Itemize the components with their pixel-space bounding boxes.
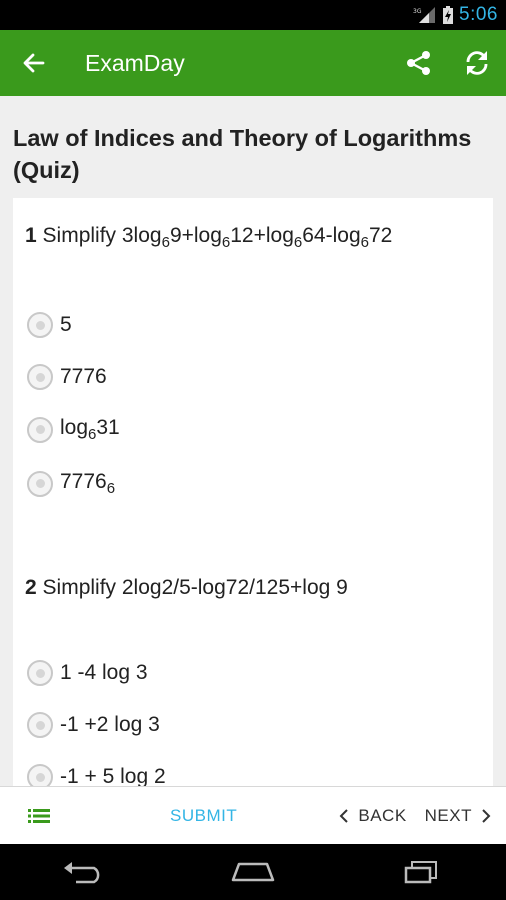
next-button[interactable]: NEXT xyxy=(425,806,492,826)
refresh-icon[interactable] xyxy=(463,49,491,77)
share-icon[interactable] xyxy=(405,49,433,77)
quiz-content[interactable]: Law of Indices and Theory of Logarithms … xyxy=(0,96,506,786)
signal-icon: 3G xyxy=(413,7,437,23)
option-label: log631 xyxy=(60,416,120,443)
status-time: 5:06 xyxy=(459,4,498,25)
battery-icon xyxy=(443,6,454,24)
radio-button[interactable] xyxy=(27,764,53,786)
radio-button[interactable] xyxy=(27,660,53,686)
chevron-left-icon xyxy=(339,809,349,823)
radio-button[interactable] xyxy=(27,416,53,443)
option-radio[interactable]: 1 -4 log 3 xyxy=(27,660,148,686)
question-number: 2 xyxy=(25,576,37,599)
system-nav-bar xyxy=(0,844,506,900)
option-radio[interactable]: 5 xyxy=(27,312,72,338)
list-icon[interactable] xyxy=(28,808,50,824)
option-label: -1 + 5 log 2 xyxy=(60,765,166,786)
option-radio[interactable]: 77766 xyxy=(27,470,115,497)
bottom-action-bar: SUBMIT BACK NEXT xyxy=(0,786,506,845)
question-card: 1 Simplify 3log69+log612+log664-log672 5… xyxy=(13,198,493,786)
back-nav-icon[interactable] xyxy=(62,860,106,884)
home-nav-icon[interactable] xyxy=(231,860,275,884)
option-radio[interactable]: -1 +2 log 3 xyxy=(27,712,160,738)
question-2: 2 Simplify 2log2/5-log72/125+log 9 xyxy=(25,576,348,599)
option-radio[interactable]: 7776 xyxy=(27,364,107,390)
radio-button[interactable] xyxy=(27,712,53,738)
radio-button[interactable] xyxy=(27,364,53,390)
svg-text:3G: 3G xyxy=(413,8,422,15)
chevron-right-icon xyxy=(482,809,491,823)
app-title: ExamDay xyxy=(85,49,185,76)
question-1: 1 Simplify 3log69+log612+log664-log672 xyxy=(25,224,393,251)
option-label: -1 +2 log 3 xyxy=(60,713,160,736)
option-label: 5 xyxy=(60,313,72,336)
option-radio[interactable]: -1 + 5 log 2 xyxy=(27,764,166,786)
back-arrow-icon[interactable] xyxy=(21,50,47,76)
submit-button[interactable]: SUBMIT xyxy=(170,806,237,826)
question-number: 1 xyxy=(25,224,37,247)
option-label: 7776 xyxy=(60,365,107,388)
status-bar: 3G 5:06 xyxy=(0,0,506,30)
radio-button[interactable] xyxy=(27,470,53,497)
back-button[interactable]: BACK xyxy=(338,806,406,826)
option-label: 1 -4 log 3 xyxy=(60,661,148,684)
recent-apps-icon[interactable] xyxy=(400,860,444,884)
quiz-title: Law of Indices and Theory of Logarithms … xyxy=(13,125,472,183)
app-bar: ExamDay xyxy=(0,30,506,96)
radio-button[interactable] xyxy=(27,312,53,338)
option-radio[interactable]: log631 xyxy=(27,416,120,443)
option-label: 77766 xyxy=(60,470,116,497)
